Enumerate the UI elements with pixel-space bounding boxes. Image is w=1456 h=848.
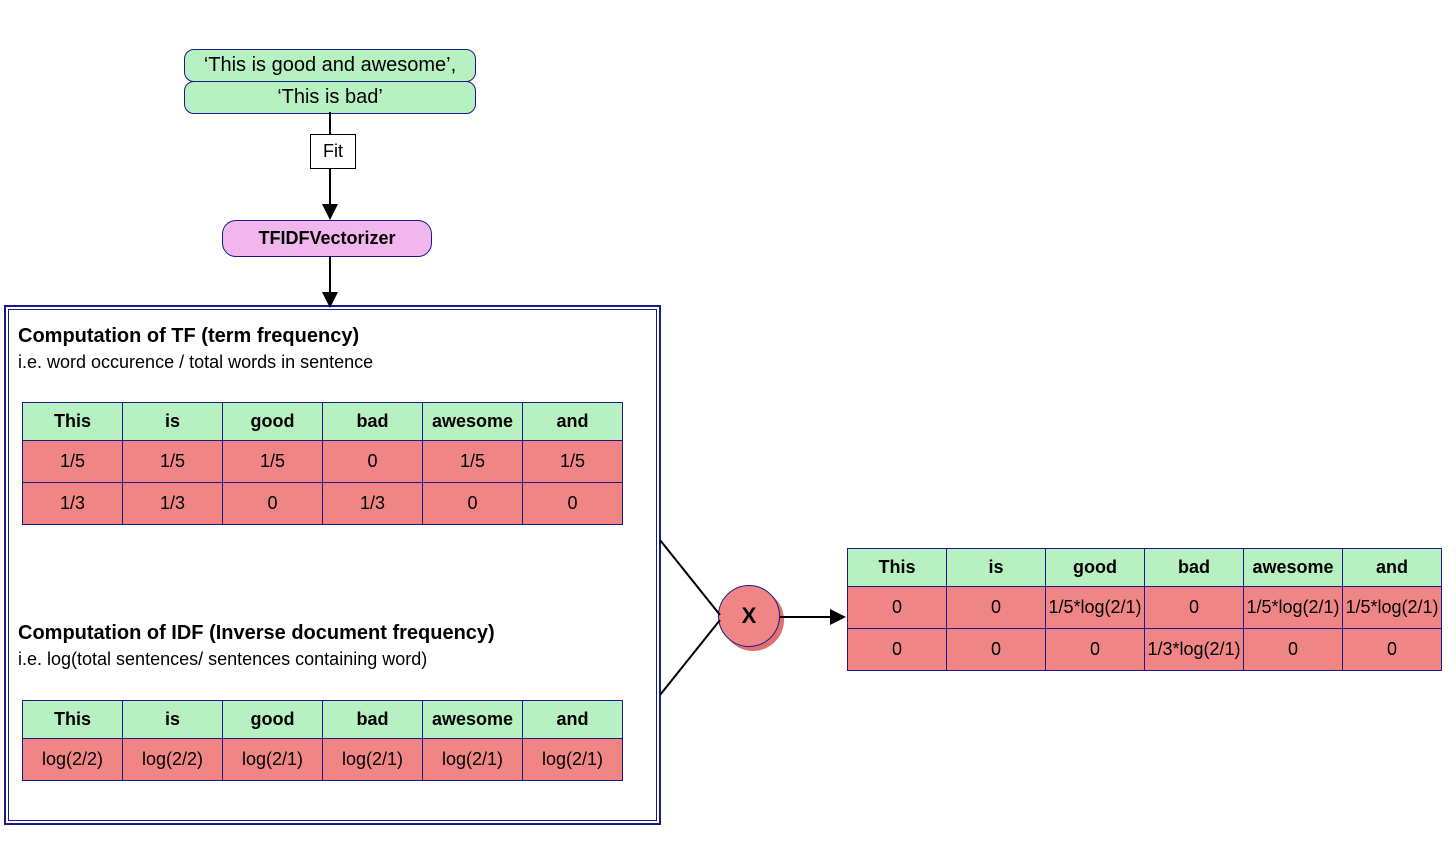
vectorizer-box: TFIDFVectorizer <box>222 220 432 257</box>
result-row: 0 0 1/5*log(2/1) 0 1/5*log(2/1) 1/5*log(… <box>848 587 1442 629</box>
multiply-symbol: X <box>742 603 757 629</box>
idf-title: Computation of IDF (Inverse document fre… <box>18 622 495 645</box>
idf-header: is <box>123 701 223 739</box>
tf-subtitle: i.e. word occurence / total words in sen… <box>18 352 373 373</box>
fit-label: Fit <box>310 134 356 169</box>
result-table: This is good bad awesome and 0 0 1/5*log… <box>847 548 1442 671</box>
idf-table: This is good bad awesome and log(2/2) lo… <box>22 700 623 781</box>
tf-header: is <box>123 403 223 441</box>
input-sentences: ‘This is good and awesome’, ‘This is bad… <box>184 49 476 114</box>
idf-header: This <box>23 701 123 739</box>
input-line-1: ‘This is good and awesome’, <box>184 49 476 82</box>
tf-title: Computation of TF (term frequency) <box>18 325 359 348</box>
tf-header: bad <box>323 403 423 441</box>
input-line-2: ‘This is bad’ <box>184 81 476 114</box>
idf-header: good <box>223 701 323 739</box>
idf-header: awesome <box>423 701 523 739</box>
idf-subtitle: i.e. log(total sentences/ sentences cont… <box>18 649 427 670</box>
result-header: good <box>1046 549 1145 587</box>
result-header: is <box>947 549 1046 587</box>
idf-row: log(2/2) log(2/2) log(2/1) log(2/1) log(… <box>23 739 623 781</box>
arrow-to-result <box>780 605 850 629</box>
tf-table: This is good bad awesome and 1/5 1/5 1/5… <box>22 402 623 525</box>
connector-lines <box>660 540 740 700</box>
tf-header: This <box>23 403 123 441</box>
idf-header: bad <box>323 701 423 739</box>
tf-header: and <box>523 403 623 441</box>
result-header: and <box>1343 549 1442 587</box>
tf-header: awesome <box>423 403 523 441</box>
idf-header: and <box>523 701 623 739</box>
arrow-to-box <box>318 256 342 311</box>
result-header: awesome <box>1244 549 1343 587</box>
tf-row: 1/5 1/5 1/5 0 1/5 1/5 <box>23 441 623 483</box>
result-row: 0 0 0 1/3*log(2/1) 0 0 <box>848 629 1442 671</box>
tf-row: 1/3 1/3 0 1/3 0 0 <box>23 483 623 525</box>
tf-header: good <box>223 403 323 441</box>
result-header: bad <box>1145 549 1244 587</box>
result-header: This <box>848 549 947 587</box>
